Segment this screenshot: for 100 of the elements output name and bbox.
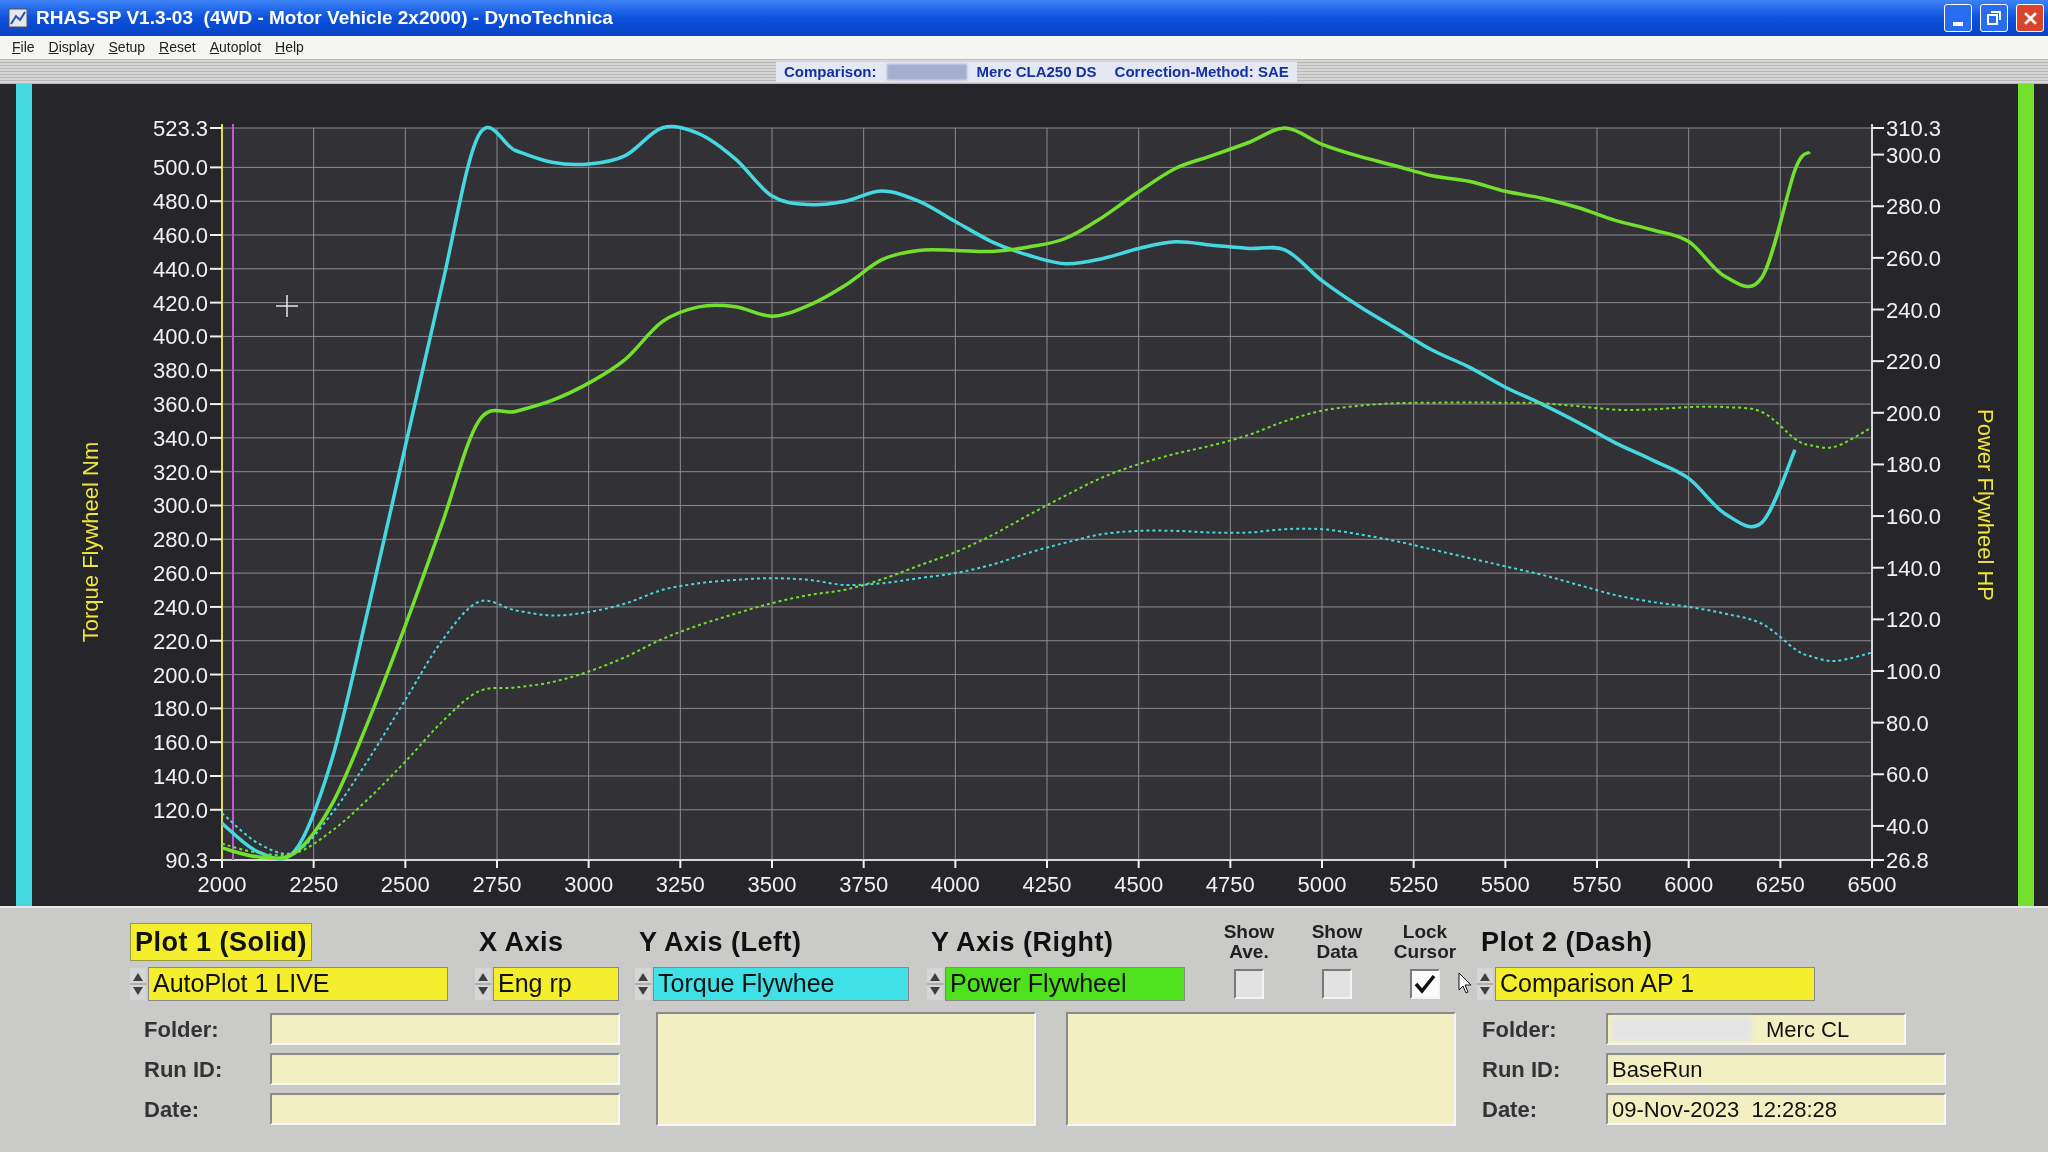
- y-axis-title: Torque Flywheel Nm: [78, 441, 103, 643]
- channel-field[interactable]: Torque Flywhee: [653, 967, 909, 1001]
- x-axis-tick-label: 4000: [930, 872, 980, 897]
- section-heading: Plot 2 (Dash): [1480, 926, 1654, 959]
- y-axis-tick-label: 40.0: [1886, 813, 1929, 839]
- x-axis-tick-label: 3250: [655, 872, 705, 897]
- y-axis-tick-label: 160.0: [152, 730, 208, 756]
- field-label: Folder:: [1482, 1015, 1558, 1044]
- x-axis-tick-label: 3000: [564, 872, 614, 897]
- y-axis-tick-label: 90.3: [165, 848, 208, 873]
- restore-icon: [1987, 11, 2001, 25]
- y-axis-tick-label: 220.0: [1886, 349, 1942, 375]
- y-axis-tick-label: 140.0: [152, 764, 208, 789]
- y-axis-tick-label: 380.0: [152, 358, 208, 384]
- spin-arrows-icon[interactable]: [927, 968, 943, 1000]
- field-label: Date:: [143, 1095, 200, 1124]
- correction-method-text: Correction-Method: SAE: [1114, 61, 1289, 82]
- window-icon: [8, 8, 28, 28]
- y-axis-tick-label: 300.0: [1886, 142, 1942, 168]
- menu-item[interactable]: Autoplot: [209, 37, 262, 58]
- y-axis-tick-label: 140.0: [1886, 555, 1942, 581]
- input-field[interactable]: 09-Nov-2023 12:28:28: [1606, 1093, 1946, 1125]
- checkbox[interactable]: [1322, 969, 1352, 999]
- section-heading: Plot 1 (Solid): [130, 923, 312, 961]
- checkbox-label: Lock Cursor: [1392, 922, 1458, 962]
- menu-item[interactable]: Reset: [159, 37, 196, 58]
- y-axis-tick-label: 180.0: [152, 696, 208, 722]
- y-axis-tick-label: 220.0: [152, 628, 208, 654]
- checkmark-icon: [1414, 974, 1436, 994]
- y-axis-tick-label: 260.0: [1886, 245, 1942, 271]
- y-axis-tick-label: 60.0: [1886, 762, 1929, 788]
- y-axis-tick-label: 460.0: [152, 223, 208, 248]
- close-icon: [2023, 11, 2037, 25]
- x-axis-tick-label: 4750: [1205, 872, 1255, 897]
- input-field[interactable]: [270, 1013, 620, 1045]
- menu-item[interactable]: Setup: [108, 37, 146, 58]
- channel-field[interactable]: Eng rp: [493, 967, 619, 1001]
- notes-field[interactable]: [656, 1012, 1036, 1126]
- section-heading: X Axis: [478, 926, 565, 959]
- input-field[interactable]: [270, 1093, 620, 1125]
- y-axis-tick-label: 400.0: [152, 324, 208, 350]
- spin-arrows-icon[interactable]: [1477, 968, 1493, 1000]
- y-axis-tick-label: 310.3: [1886, 116, 1942, 141]
- field-label: Run ID:: [143, 1055, 224, 1084]
- y-axis-tick-label: 480.0: [152, 189, 208, 215]
- menu-item[interactable]: File: [12, 37, 35, 58]
- restore-button[interactable]: [1980, 4, 2008, 32]
- y-axis-tick-label: 440.0: [152, 256, 208, 282]
- y-axis-tick-label: 340.0: [152, 425, 208, 451]
- y-axis-tick-label: 523.3: [152, 116, 208, 141]
- x-axis-tick-label: 5500: [1480, 872, 1530, 897]
- x-axis-tick-label: 6500: [1847, 872, 1897, 897]
- x-axis-tick-label: 6250: [1755, 872, 1805, 897]
- plot-source-field[interactable]: Comparison AP 1: [1495, 967, 1815, 1001]
- checkbox[interactable]: [1234, 969, 1264, 999]
- y-axis-tick-label: 260.0: [152, 561, 208, 587]
- channel-field[interactable]: Power Flywheel: [945, 967, 1185, 1001]
- y-axis-tick-label: 200.0: [152, 662, 208, 688]
- field-label: Date:: [1482, 1095, 1538, 1124]
- y-axis-tick-label: 240.0: [152, 594, 208, 620]
- y-axis-tick-label: 180.0: [1886, 452, 1942, 478]
- notes-field[interactable]: [1066, 1012, 1456, 1126]
- minimize-button[interactable]: [1944, 4, 1972, 32]
- section-heading: Y Axis (Left): [638, 926, 803, 959]
- x-axis-tick-label: 5000: [1297, 872, 1347, 897]
- section-heading: Y Axis (Right): [930, 926, 1115, 959]
- spin-arrows-icon[interactable]: [475, 968, 491, 1000]
- y-axis-tick-label: 120.0: [152, 797, 208, 823]
- y-axis-tick-label: 26.8: [1886, 848, 1929, 873]
- menu-item[interactable]: Help: [275, 37, 304, 58]
- y-axis-tick-label: 80.0: [1886, 710, 1929, 736]
- checkbox-label: Show Ave.: [1222, 922, 1276, 962]
- y-axis-tick-label: 360.0: [152, 392, 208, 418]
- field-label: Run ID:: [1482, 1055, 1562, 1084]
- close-button[interactable]: [2016, 4, 2044, 32]
- input-field[interactable]: BaseRun: [1606, 1053, 1946, 1085]
- field-label: Folder:: [143, 1015, 220, 1044]
- x-axis-tick-label: 2500: [380, 872, 430, 897]
- y-axis-tick-label: 160.0: [1886, 504, 1942, 530]
- x-axis-tick-label: 2750: [472, 872, 522, 897]
- x-axis-tick-label: 3750: [839, 872, 889, 897]
- menu-item[interactable]: Display: [48, 37, 95, 58]
- spin-arrows-icon[interactable]: [635, 968, 651, 1000]
- y-axis-tick-label: 280.0: [152, 527, 208, 553]
- x-axis-tick-label: 5250: [1389, 872, 1439, 897]
- input-field[interactable]: [270, 1053, 620, 1085]
- input-field[interactable]: Merc CL: [1606, 1013, 1906, 1045]
- crosshair-icon: [276, 295, 298, 317]
- y-axis-tick-label: 240.0: [1886, 297, 1942, 323]
- y-axis-tick-label: 420.0: [152, 290, 208, 316]
- plot-source-field[interactable]: AutoPlot 1 LIVE: [148, 967, 448, 1001]
- x-axis-tick-label: 2250: [289, 872, 339, 897]
- x-axis-tick-label: 6000: [1664, 872, 1714, 897]
- y-axis-tick-label: 200.0: [1886, 400, 1942, 426]
- checkbox[interactable]: [1410, 969, 1440, 999]
- y-axis-tick-label: 100.0: [1886, 659, 1942, 684]
- y-axis-tick-label: 120.0: [1886, 607, 1942, 633]
- x-axis-tick-label: 3500: [747, 872, 797, 897]
- x-axis-tick-label: 4500: [1114, 872, 1164, 897]
- spin-arrows-icon[interactable]: [130, 968, 146, 1000]
